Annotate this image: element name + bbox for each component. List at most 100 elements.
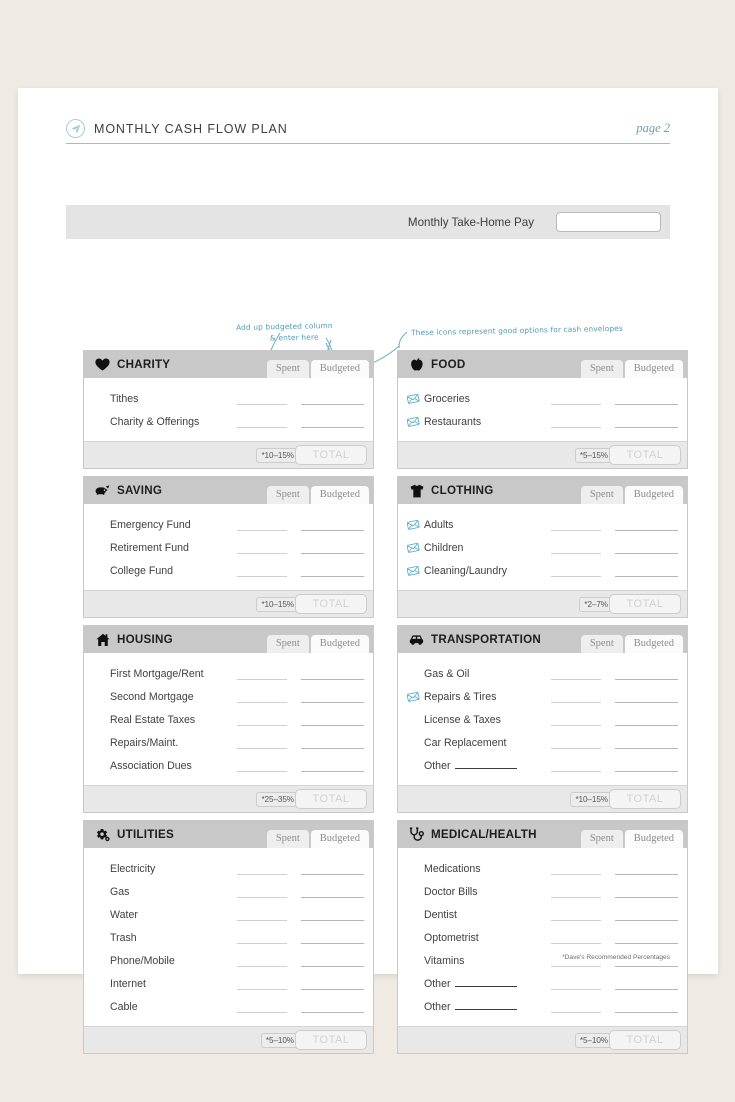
budgeted-amount-field[interactable] bbox=[615, 977, 678, 990]
write-in-line[interactable] bbox=[454, 1008, 517, 1010]
budgeted-amount-field[interactable] bbox=[301, 862, 364, 875]
spent-amount-field[interactable] bbox=[237, 885, 287, 898]
budgeted-amount-field[interactable] bbox=[301, 690, 364, 703]
card-header-housing: HOUSING Spent Budgeted bbox=[84, 626, 373, 653]
total-field[interactable]: TOTAL bbox=[609, 789, 681, 809]
tab-spent[interactable]: Spent bbox=[580, 485, 623, 504]
total-field[interactable]: TOTAL bbox=[609, 1030, 681, 1050]
budgeted-amount-field[interactable] bbox=[301, 931, 364, 944]
tab-budgeted[interactable]: Budgeted bbox=[624, 359, 683, 378]
tab-spent[interactable]: Spent bbox=[266, 829, 309, 848]
budgeted-amount-field[interactable] bbox=[615, 667, 678, 680]
line-item-amount-fields bbox=[237, 518, 364, 531]
budgeted-amount-field[interactable] bbox=[615, 713, 678, 726]
budgeted-amount-field[interactable] bbox=[615, 885, 678, 898]
total-field[interactable]: TOTAL bbox=[609, 594, 681, 614]
take-home-pay-input[interactable] bbox=[556, 212, 661, 232]
spent-amount-field[interactable] bbox=[237, 518, 287, 531]
budgeted-amount-field[interactable] bbox=[301, 885, 364, 898]
budgeted-amount-field[interactable] bbox=[615, 736, 678, 749]
spent-amount-field[interactable] bbox=[237, 564, 287, 577]
spent-amount-field[interactable] bbox=[551, 690, 601, 703]
budgeted-amount-field[interactable] bbox=[615, 862, 678, 875]
total-field[interactable]: TOTAL bbox=[295, 1030, 367, 1050]
spent-amount-field[interactable] bbox=[237, 392, 287, 405]
spent-amount-field[interactable] bbox=[551, 931, 601, 944]
spent-amount-field[interactable] bbox=[237, 954, 287, 967]
budgeted-amount-field[interactable] bbox=[301, 541, 364, 554]
budgeted-amount-field[interactable] bbox=[615, 415, 678, 428]
budgeted-amount-field[interactable] bbox=[615, 931, 678, 944]
budgeted-amount-field[interactable] bbox=[301, 1000, 364, 1013]
spent-amount-field[interactable] bbox=[551, 885, 601, 898]
total-field[interactable]: TOTAL bbox=[295, 445, 367, 465]
spent-amount-field[interactable] bbox=[551, 415, 601, 428]
tab-budgeted[interactable]: Budgeted bbox=[310, 485, 369, 504]
budgeted-amount-field[interactable] bbox=[301, 759, 364, 772]
tab-budgeted[interactable]: Budgeted bbox=[310, 359, 369, 378]
tab-budgeted[interactable]: Budgeted bbox=[624, 829, 683, 848]
spent-amount-field[interactable] bbox=[551, 713, 601, 726]
tab-spent[interactable]: Spent bbox=[266, 634, 309, 653]
line-item-amount-fields bbox=[551, 690, 678, 703]
total-field[interactable]: TOTAL bbox=[295, 789, 367, 809]
spent-amount-field[interactable] bbox=[237, 908, 287, 921]
budgeted-amount-field[interactable] bbox=[301, 713, 364, 726]
spent-amount-field[interactable] bbox=[237, 1000, 287, 1013]
spent-amount-field[interactable] bbox=[551, 977, 601, 990]
budgeted-amount-field[interactable] bbox=[301, 667, 364, 680]
budgeted-amount-field[interactable] bbox=[301, 736, 364, 749]
spent-amount-field[interactable] bbox=[551, 541, 601, 554]
spent-amount-field[interactable] bbox=[237, 541, 287, 554]
spent-amount-field[interactable] bbox=[551, 862, 601, 875]
budgeted-amount-field[interactable] bbox=[301, 392, 364, 405]
total-field[interactable]: TOTAL bbox=[295, 594, 367, 614]
tab-spent[interactable]: Spent bbox=[266, 359, 309, 378]
spent-amount-field[interactable] bbox=[551, 392, 601, 405]
spent-amount-field[interactable] bbox=[551, 518, 601, 531]
spent-amount-field[interactable] bbox=[551, 1000, 601, 1013]
spent-amount-field[interactable] bbox=[237, 690, 287, 703]
budgeted-amount-field[interactable] bbox=[301, 977, 364, 990]
budgeted-amount-field[interactable] bbox=[301, 415, 364, 428]
write-in-line[interactable] bbox=[454, 985, 517, 987]
budgeted-amount-field[interactable] bbox=[615, 908, 678, 921]
budgeted-amount-field[interactable] bbox=[301, 908, 364, 921]
budgeted-amount-field[interactable] bbox=[615, 1000, 678, 1013]
spent-amount-field[interactable] bbox=[551, 908, 601, 921]
spent-amount-field[interactable] bbox=[237, 713, 287, 726]
budgeted-amount-field[interactable] bbox=[615, 690, 678, 703]
spent-amount-field[interactable] bbox=[237, 977, 287, 990]
line-item-amount-fields bbox=[237, 759, 364, 772]
spent-amount-field[interactable] bbox=[237, 736, 287, 749]
budgeted-amount-field[interactable] bbox=[301, 564, 364, 577]
tab-budgeted[interactable]: Budgeted bbox=[310, 634, 369, 653]
spent-amount-field[interactable] bbox=[551, 667, 601, 680]
budgeted-amount-field[interactable] bbox=[615, 541, 678, 554]
tab-spent[interactable]: Spent bbox=[580, 829, 623, 848]
spent-amount-field[interactable] bbox=[237, 759, 287, 772]
tab-spent[interactable]: Spent bbox=[266, 485, 309, 504]
budgeted-amount-field[interactable] bbox=[615, 564, 678, 577]
category-card-housing: HOUSING Spent Budgeted First Mortgage/Rent S… bbox=[83, 625, 374, 813]
budgeted-amount-field[interactable] bbox=[615, 518, 678, 531]
spent-amount-field[interactable] bbox=[237, 667, 287, 680]
spent-amount-field[interactable] bbox=[237, 415, 287, 428]
write-in-line[interactable] bbox=[454, 767, 517, 769]
budgeted-amount-field[interactable] bbox=[301, 954, 364, 967]
tab-spent[interactable]: Spent bbox=[580, 634, 623, 653]
spent-amount-field[interactable] bbox=[237, 862, 287, 875]
tab-budgeted[interactable]: Budgeted bbox=[624, 634, 683, 653]
tab-budgeted[interactable]: Budgeted bbox=[624, 485, 683, 504]
spent-amount-field[interactable] bbox=[237, 931, 287, 944]
tab-budgeted[interactable]: Budgeted bbox=[310, 829, 369, 848]
budgeted-amount-field[interactable] bbox=[615, 759, 678, 772]
spent-amount-field[interactable] bbox=[551, 736, 601, 749]
left-column: CHARITY Spent Budgeted Tithes Charity & Offe… bbox=[83, 350, 374, 1054]
spent-amount-field[interactable] bbox=[551, 759, 601, 772]
total-field[interactable]: TOTAL bbox=[609, 445, 681, 465]
budgeted-amount-field[interactable] bbox=[301, 518, 364, 531]
budgeted-amount-field[interactable] bbox=[615, 392, 678, 405]
spent-amount-field[interactable] bbox=[551, 564, 601, 577]
tab-spent[interactable]: Spent bbox=[580, 359, 623, 378]
